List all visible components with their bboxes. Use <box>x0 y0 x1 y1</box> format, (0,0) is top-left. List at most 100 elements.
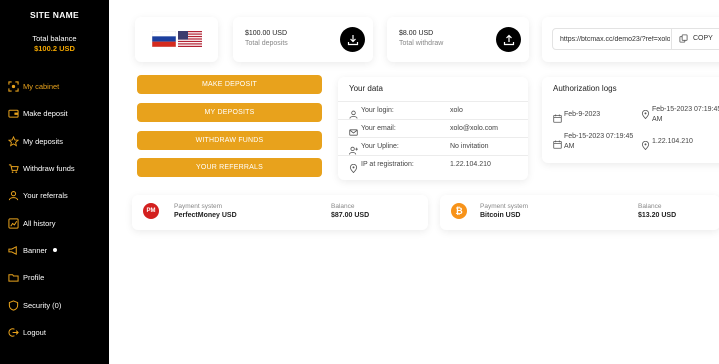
cabinet-icon <box>8 81 19 92</box>
your-data-card: Your data Your login: xolo Your email: x… <box>338 77 528 180</box>
shield-icon <box>8 299 19 311</box>
data-row-email: Your email: xolo@xolo.com <box>338 119 528 137</box>
sidebar-item-profile[interactable]: Profile <box>8 264 108 291</box>
sidebar-item-all-history[interactable]: All history <box>8 209 108 236</box>
location-pin-icon <box>641 106 650 120</box>
russia-flag-icon[interactable] <box>151 30 177 48</box>
balance-label: Balance <box>331 203 355 210</box>
balance-value: $87.00 USD <box>331 212 370 219</box>
referral-link-box: https://btcmax.cc/demo23/?ref=xolo COPY <box>552 28 719 50</box>
mail-icon <box>349 124 358 136</box>
payment-system-name: PerfectMoney USD <box>174 212 237 219</box>
data-label: IP at registration: <box>361 161 414 168</box>
sidebar-item-make-deposit[interactable]: Make deposit <box>8 100 108 127</box>
language-flags <box>135 17 218 62</box>
total-deposits-label: Total deposits <box>245 40 288 47</box>
sidebar-item-label: Profile <box>23 273 45 283</box>
total-withdraw-card: $8.00 USD Total withdraw <box>387 17 529 62</box>
divider <box>671 29 672 49</box>
data-label: Your Upline: <box>361 143 399 150</box>
users-icon <box>8 190 19 201</box>
auth-log-ip: 1.22.104.210 <box>652 138 693 145</box>
sidebar-item-label: Withdraw funds <box>23 164 75 174</box>
sidebar-item-my-cabinet[interactable]: My cabinet <box>8 73 108 100</box>
sidebar-item-your-referrals[interactable]: Your referrals <box>8 182 108 209</box>
balance-label: Total balance <box>32 34 77 43</box>
sidebar-item-label: Make deposit <box>23 109 68 119</box>
location-pin-icon <box>641 137 650 151</box>
data-value: xolo <box>450 107 463 114</box>
deposit-download-button[interactable] <box>340 27 365 52</box>
perfectmoney-icon: PM <box>143 203 159 219</box>
sidebar-item-my-deposits[interactable]: My deposits <box>8 128 108 155</box>
user-icon <box>349 106 358 119</box>
user-plus-icon <box>349 142 358 155</box>
total-withdraw-value: $8.00 USD <box>399 30 434 37</box>
data-value: No invitation <box>450 143 489 150</box>
payment-system-label: Payment system <box>174 203 223 210</box>
data-row-upline: Your Upline: No invitation <box>338 137 528 155</box>
withdraw-funds-button[interactable]: WITHDRAW FUNDS <box>137 131 322 150</box>
auth-log-date: Feb-15-2023 07:19:45 AM <box>564 133 634 150</box>
data-value: xolo@xolo.com <box>450 125 498 132</box>
total-deposits-value: $100.00 USD <box>245 30 288 37</box>
bitcoin-icon: ₿ <box>451 203 467 219</box>
authorization-logs-title: Authorization logs <box>553 84 617 93</box>
sidebar-item-label: My deposits <box>23 136 64 146</box>
referral-url-field[interactable]: https://btcmax.cc/demo23/?ref=xolo <box>560 36 670 43</box>
balance-value: $100.2 USD <box>34 44 75 53</box>
copy-icon <box>679 34 693 43</box>
sidebar-item-logout[interactable]: Logout <box>8 319 108 346</box>
total-deposits-card: $100.00 USD Total deposits <box>233 17 373 62</box>
withdraw-upload-button[interactable] <box>496 27 521 52</box>
balance-value: $13.20 USD <box>638 212 677 219</box>
balance-label: Balance <box>638 203 662 210</box>
location-pin-icon <box>349 160 358 174</box>
folder-icon <box>8 272 19 283</box>
data-label: Your login: <box>361 107 394 114</box>
sidebar-item-withdraw-funds[interactable]: Withdraw funds <box>8 155 108 182</box>
sidebar-item-label: Security (0) <box>23 300 62 310</box>
my-deposits-button[interactable]: MY DEPOSITS <box>137 103 322 122</box>
sidebar-item-label: Banner <box>23 245 48 255</box>
star-icon <box>8 135 19 147</box>
sidebar-item-banner[interactable]: Banner <box>8 237 108 264</box>
data-row-login: Your login: xolo <box>338 101 528 119</box>
download-icon <box>347 34 359 46</box>
payment-system-name: Bitcoin USD <box>480 212 521 219</box>
authorization-logs-card: Authorization logs Feb-9-2023 Feb-15-202… <box>542 77 719 163</box>
main-content: $100.00 USD Total deposits $8.00 USD Tot… <box>109 0 719 364</box>
usa-flag-icon[interactable] <box>178 31 202 47</box>
data-label: Your email: <box>361 125 396 132</box>
cart-icon <box>8 163 19 174</box>
sidebar: SITE NAME Total balance $100.2 USD My ca… <box>0 0 109 364</box>
your-data-title: Your data <box>349 84 383 93</box>
sidebar-menu: My cabinet Make deposit My deposits With… <box>8 73 108 346</box>
calendar-icon <box>553 136 562 149</box>
auth-log-date: Feb-9-2023 <box>564 111 601 118</box>
data-value: 1.22.104.210 <box>450 161 491 168</box>
copy-button[interactable]: COPY <box>679 34 713 43</box>
chart-icon <box>8 218 19 229</box>
payment-card-bitcoin: ₿ Payment system Bitcoin USD Balance $13… <box>440 195 719 230</box>
sidebar-item-label: My cabinet <box>23 82 60 92</box>
sidebar-item-security[interactable]: Security (0) <box>8 291 108 318</box>
notification-dot <box>53 248 58 253</box>
data-row-ip: IP at registration: 1.22.104.210 <box>338 155 528 174</box>
auth-log-time: Feb-15-2023 07:19:45 AM <box>652 106 719 123</box>
sidebar-item-label: Logout <box>23 327 46 337</box>
payment-system-label: Payment system <box>480 203 529 210</box>
calendar-icon <box>553 110 562 123</box>
megaphone-icon <box>8 245 19 256</box>
referral-link-card: https://btcmax.cc/demo23/?ref=xolo COPY <box>542 17 719 62</box>
logout-icon <box>8 327 19 338</box>
upload-icon <box>503 34 515 46</box>
copy-label: COPY <box>693 35 713 42</box>
make-deposit-button[interactable]: MAKE DEPOSIT <box>137 75 322 94</box>
your-referrals-button[interactable]: YOUR REFERRALS <box>137 158 322 177</box>
total-withdraw-label: Total withdraw <box>399 40 444 47</box>
sidebar-item-label: Your referrals <box>23 191 68 201</box>
payment-card-perfectmoney: PM Payment system PerfectMoney USD Balan… <box>132 195 428 230</box>
site-name: SITE NAME <box>30 10 79 20</box>
wallet-icon <box>8 108 19 119</box>
